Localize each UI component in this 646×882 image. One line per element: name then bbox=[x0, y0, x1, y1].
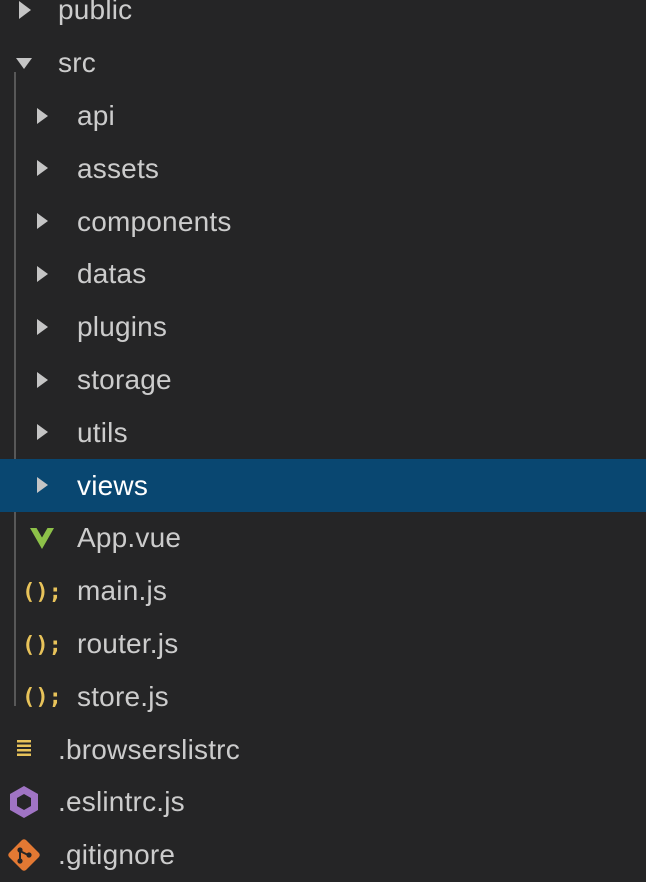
chevron-right-icon[interactable] bbox=[22, 307, 62, 347]
chevron-right-icon[interactable] bbox=[4, 0, 44, 30]
eslint-icon bbox=[4, 782, 44, 822]
chevron-down-icon[interactable] bbox=[4, 43, 44, 83]
tree-item-app-vue[interactable]: App.vue bbox=[0, 512, 646, 565]
tree-item-public[interactable]: public bbox=[0, 0, 646, 37]
tree-item-label: plugins bbox=[77, 311, 168, 343]
tree-item-components[interactable]: components bbox=[0, 195, 646, 248]
file-explorer-tree: public src api assets components datas p… bbox=[0, 0, 646, 882]
tree-item-gitignore[interactable]: .gitignore bbox=[0, 829, 646, 882]
vue-icon bbox=[22, 518, 62, 558]
tree-item-label: src bbox=[58, 47, 96, 79]
tree-item-label: components bbox=[77, 205, 232, 237]
text-lines-icon bbox=[4, 729, 44, 769]
javascript-icon: (); bbox=[22, 624, 62, 664]
svg-text:();: (); bbox=[22, 633, 62, 658]
chevron-right-icon[interactable] bbox=[22, 360, 62, 400]
tree-item-label: views bbox=[77, 469, 149, 501]
tree-item-label: public bbox=[58, 0, 133, 26]
tree-item-label: .gitignore bbox=[58, 839, 176, 871]
javascript-icon: (); bbox=[22, 571, 62, 611]
tree-item-label: storage bbox=[77, 363, 172, 395]
tree-item-label: .eslintrc.js bbox=[58, 786, 185, 818]
git-icon bbox=[4, 835, 44, 875]
chevron-right-icon[interactable] bbox=[22, 148, 62, 188]
tree-item-src[interactable]: src bbox=[0, 37, 646, 90]
tree-item-label: App.vue bbox=[77, 522, 182, 554]
tree-item-label: store.js bbox=[77, 680, 169, 712]
tree-item-browserslistrc[interactable]: .browserslistrc bbox=[0, 723, 646, 776]
tree-item-label: datas bbox=[77, 258, 147, 290]
tree-item-label: .browserslistrc bbox=[58, 733, 240, 765]
tree-item-label: main.js bbox=[77, 575, 168, 607]
javascript-icon: (); bbox=[22, 676, 62, 716]
tree-item-storage[interactable]: storage bbox=[0, 354, 646, 407]
tree-item-main-js[interactable]: (); main.js bbox=[0, 565, 646, 618]
tree-item-plugins[interactable]: plugins bbox=[0, 301, 646, 354]
tree-item-eslintrc-js[interactable]: .eslintrc.js bbox=[0, 776, 646, 829]
svg-text:();: (); bbox=[22, 580, 62, 605]
tree-item-assets[interactable]: assets bbox=[0, 142, 646, 195]
tree-item-views[interactable]: views bbox=[0, 459, 646, 512]
chevron-right-icon[interactable] bbox=[22, 254, 62, 294]
tree-item-label: assets bbox=[77, 152, 160, 184]
tree-item-label: router.js bbox=[77, 627, 179, 659]
tree-item-datas[interactable]: datas bbox=[0, 248, 646, 301]
tree-item-utils[interactable]: utils bbox=[0, 406, 646, 459]
chevron-right-icon[interactable] bbox=[22, 201, 62, 241]
tree-item-router-js[interactable]: (); router.js bbox=[0, 618, 646, 671]
chevron-right-icon[interactable] bbox=[22, 96, 62, 136]
tree-item-store-js[interactable]: (); store.js bbox=[0, 670, 646, 723]
svg-text:();: (); bbox=[22, 685, 62, 710]
tree-item-label: api bbox=[77, 99, 115, 131]
tree-item-api[interactable]: api bbox=[0, 90, 646, 143]
chevron-right-icon[interactable] bbox=[22, 465, 62, 505]
tree-item-label: utils bbox=[77, 416, 128, 448]
chevron-right-icon[interactable] bbox=[22, 412, 62, 452]
